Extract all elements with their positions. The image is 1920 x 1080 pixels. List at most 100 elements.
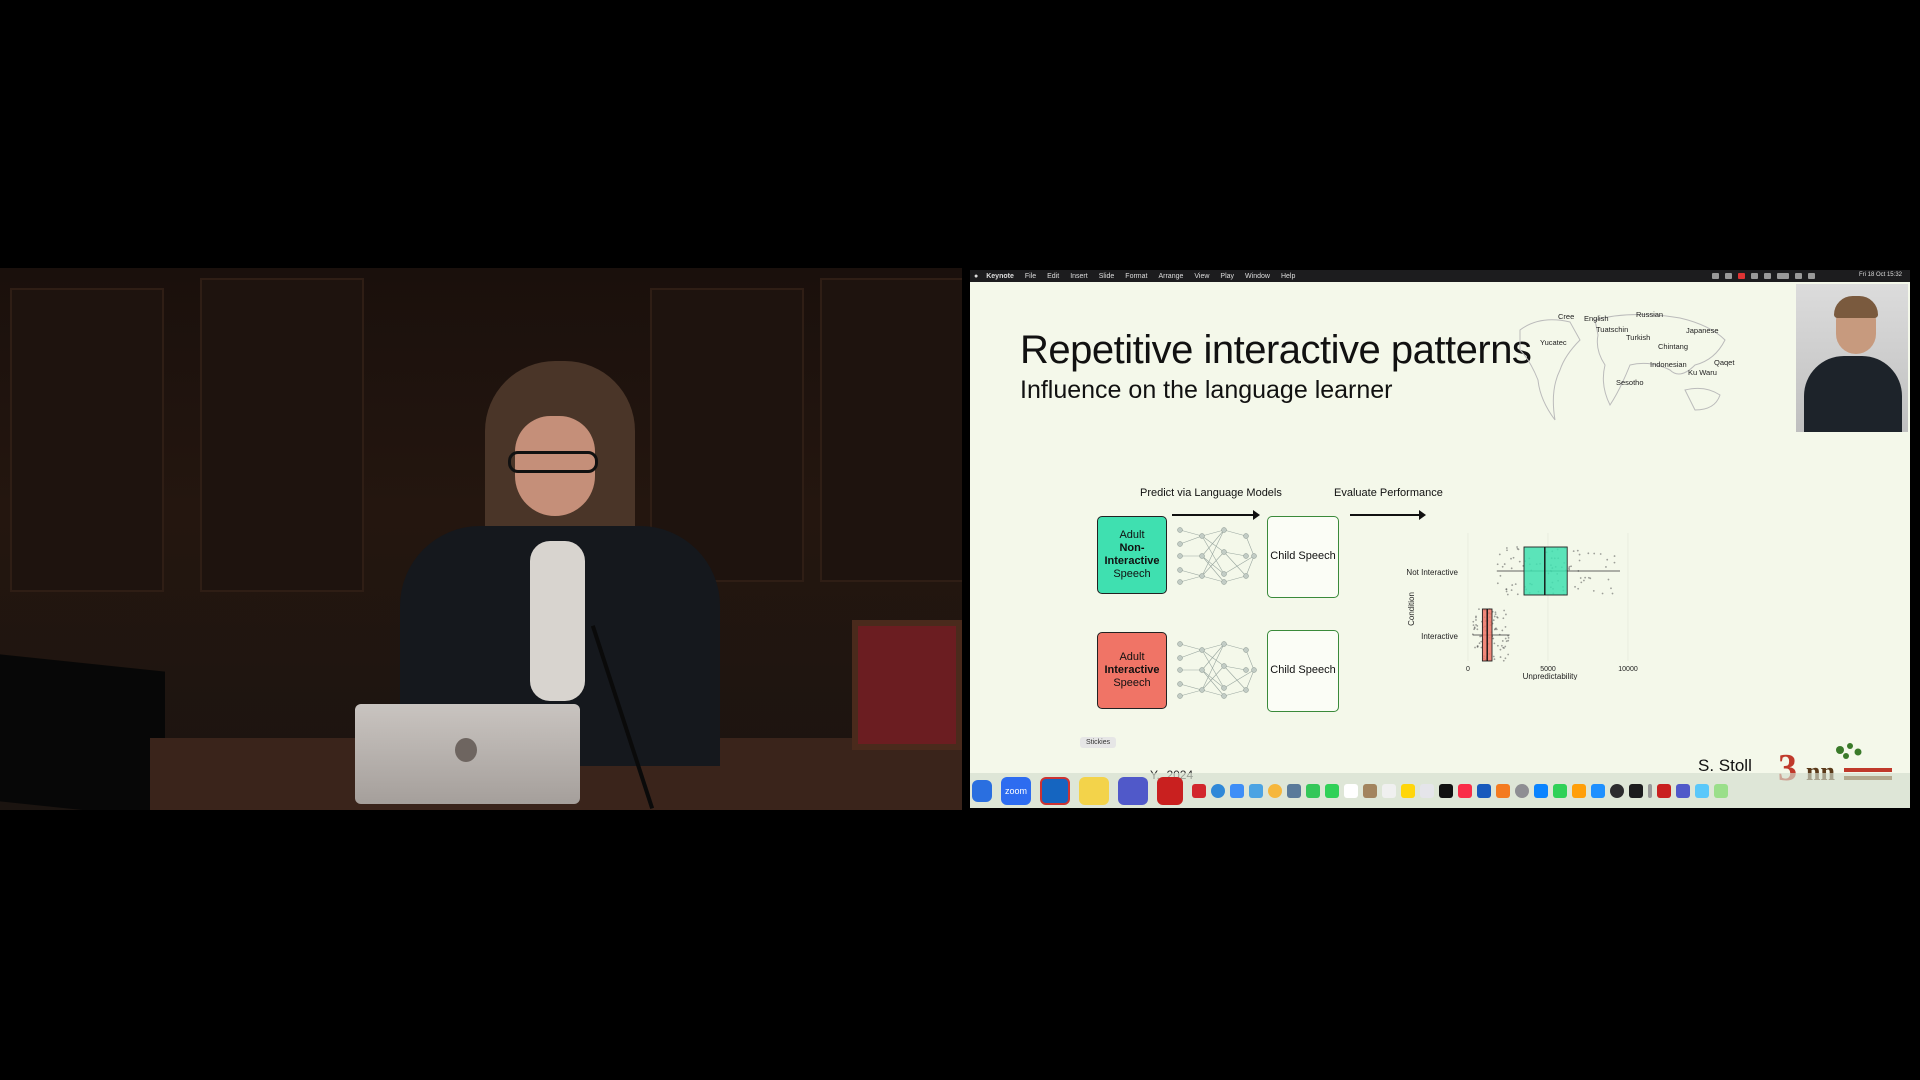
pages-icon[interactable]: [1572, 783, 1586, 798]
speaker-video-feed: [0, 268, 962, 810]
notes-icon[interactable]: [1401, 783, 1415, 798]
trash-icon[interactable]: [1714, 783, 1728, 798]
menu-file[interactable]: File: [1025, 273, 1036, 280]
dock-divider: [1648, 783, 1652, 798]
settings-icon[interactable]: [1515, 783, 1529, 798]
chatgpt-icon[interactable]: [1610, 783, 1624, 798]
terminal-icon[interactable]: [1629, 783, 1643, 798]
adult-interactive-box: Adult Interactive Speech: [1097, 632, 1167, 709]
bluetooth-icon[interactable]: [1764, 273, 1771, 279]
neural-network-icon: [1177, 641, 1257, 699]
menu-edit[interactable]: Edit: [1047, 273, 1059, 280]
safari-icon[interactable]: [1211, 783, 1225, 798]
data-point: [1504, 637, 1507, 640]
data-point: [1505, 547, 1508, 549]
data-point: [1506, 593, 1509, 596]
box-line: Interactive: [1104, 663, 1160, 676]
data-point: [1480, 640, 1483, 643]
outlook-icon[interactable]: [1040, 776, 1070, 805]
preview-icon[interactable]: [1287, 783, 1301, 798]
wifi-icon[interactable]: [1795, 273, 1802, 279]
menu-format[interactable]: Format: [1125, 273, 1147, 280]
data-point: [1496, 616, 1499, 619]
map-label: Cree: [1558, 312, 1575, 321]
data-point: [1476, 628, 1479, 631]
data-point: [1577, 587, 1580, 590]
data-point: [1599, 553, 1602, 555]
wall-panel: [200, 278, 364, 592]
y-tick-label: Not Interactive: [1406, 568, 1458, 577]
tray-icon[interactable]: [1712, 273, 1719, 279]
menu-slide[interactable]: Slide: [1099, 273, 1115, 280]
data-point: [1613, 555, 1616, 557]
data-point: [1505, 590, 1508, 593]
zoom-app-icon[interactable]: zoom: [1001, 776, 1031, 805]
menu-arrange[interactable]: Arrange: [1158, 273, 1183, 280]
menu-app-name[interactable]: Keynote: [986, 273, 1014, 280]
calendar-icon[interactable]: [1344, 783, 1358, 798]
app-icon[interactable]: [1192, 783, 1206, 798]
battery-icon[interactable]: [1777, 273, 1789, 279]
data-point: [1578, 559, 1581, 562]
monitor: [0, 654, 165, 810]
data-point: [1580, 581, 1583, 584]
teams-icon[interactable]: [1676, 783, 1690, 798]
search-icon[interactable]: [1808, 273, 1815, 279]
acrobat-icon[interactable]: [1657, 783, 1671, 798]
tray-icon[interactable]: [1725, 273, 1732, 279]
messages-icon[interactable]: [1325, 783, 1339, 798]
tray-icon[interactable]: [1751, 273, 1758, 279]
apple-tv-icon[interactable]: [1439, 783, 1453, 798]
data-point: [1473, 628, 1475, 631]
tray-icon[interactable]: [1738, 273, 1745, 279]
apple-menu-icon[interactable]: ●: [974, 273, 978, 280]
data-point: [1479, 635, 1482, 638]
contacts-icon[interactable]: [1363, 783, 1377, 798]
menu-help[interactable]: Help: [1281, 273, 1295, 280]
acrobat-icon[interactable]: [1157, 776, 1183, 805]
music-icon[interactable]: [1458, 783, 1472, 798]
map-label: English: [1584, 314, 1609, 323]
downloads-folder-icon[interactable]: [1695, 783, 1709, 798]
adult-non-interactive-box: Adult Non- Interactive Speech: [1097, 516, 1167, 594]
map-label: Sesotho: [1616, 378, 1644, 387]
data-point: [1607, 578, 1610, 581]
data-point: [1568, 568, 1571, 571]
data-point: [1514, 583, 1517, 585]
maps-icon[interactable]: [1249, 783, 1263, 798]
data-point: [1512, 556, 1515, 559]
xcode-icon[interactable]: [1591, 783, 1605, 798]
data-point: [1507, 653, 1510, 656]
unpredictability-boxplot: Not Interactive Interactive Condition 0 …: [1406, 533, 1638, 680]
data-point: [1592, 590, 1595, 592]
menu-view[interactable]: View: [1194, 273, 1209, 280]
facetime-icon[interactable]: [1306, 783, 1320, 798]
map-label: Ku Waru: [1688, 368, 1717, 377]
keynote-icon[interactable]: [1496, 783, 1510, 798]
teams-icon[interactable]: [1118, 776, 1148, 805]
menu-play[interactable]: Play: [1220, 273, 1234, 280]
slide-title: Repetitive interactive patterns: [1020, 328, 1532, 372]
map-label: Japanese: [1686, 326, 1719, 335]
menu-insert[interactable]: Insert: [1070, 273, 1088, 280]
freeform-icon[interactable]: [1420, 783, 1434, 798]
menu-window[interactable]: Window: [1245, 273, 1270, 280]
app-store-icon[interactable]: [1534, 783, 1548, 798]
menubar-clock[interactable]: Fri 18 Oct 15:32: [1859, 272, 1902, 278]
data-point: [1576, 549, 1579, 552]
word-icon[interactable]: [1477, 783, 1491, 798]
photos-icon[interactable]: [1268, 783, 1282, 798]
data-point: [1574, 585, 1576, 588]
numbers-icon[interactable]: [1553, 783, 1567, 798]
data-point: [1493, 658, 1496, 661]
finder-icon[interactable]: [972, 779, 992, 802]
stickies-icon[interactable]: [1079, 776, 1109, 805]
mail-icon[interactable]: [1230, 783, 1244, 798]
data-point: [1492, 637, 1495, 640]
laptop: [355, 704, 580, 804]
y-axis-label: Condition: [1407, 592, 1416, 626]
data-point: [1492, 619, 1495, 622]
data-point: [1587, 576, 1590, 579]
child-speech-box-bottom: Child Speech: [1267, 630, 1339, 712]
reminders-icon[interactable]: [1382, 783, 1396, 798]
